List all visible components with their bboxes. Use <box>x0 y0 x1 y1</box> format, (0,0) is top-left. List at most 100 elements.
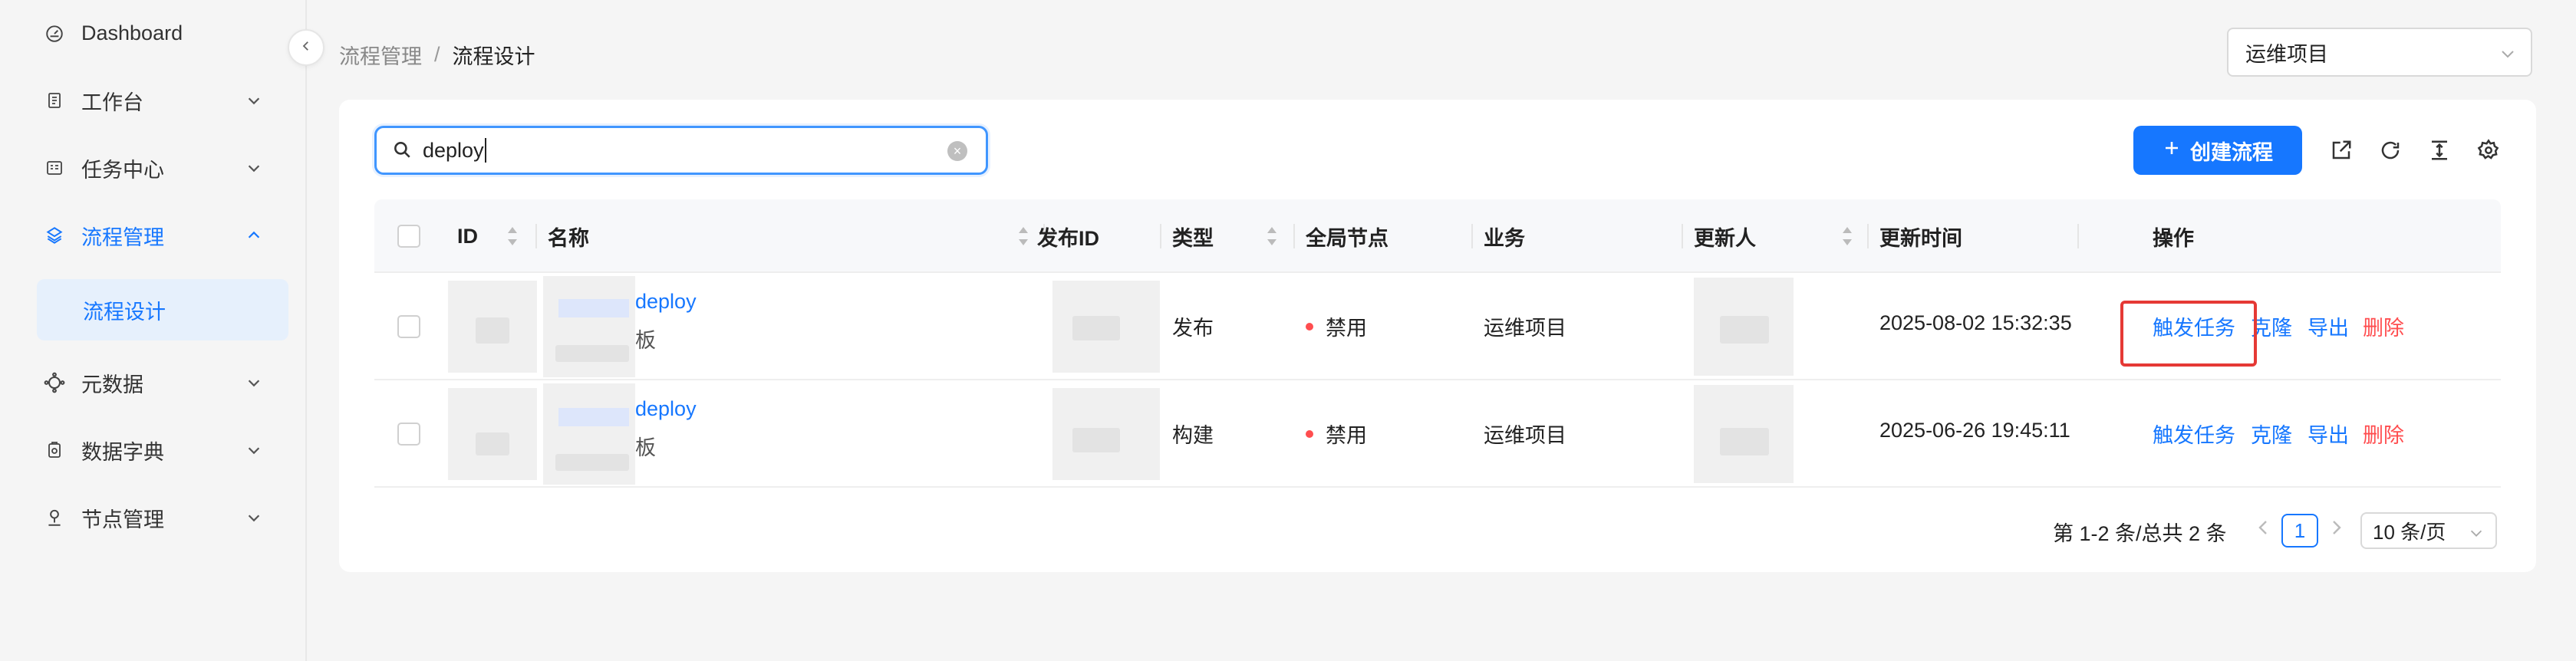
redacted-id <box>476 432 509 455</box>
redacted-id <box>476 317 509 344</box>
chevron-left-icon <box>299 39 313 57</box>
chevron-down-icon <box>244 158 264 178</box>
column-height-icon[interactable] <box>2424 135 2455 166</box>
settings-icon[interactable] <box>2473 135 2504 166</box>
sidebar-item-data-dictionary[interactable]: 数据字典 <box>0 423 307 477</box>
column-divider <box>1867 224 1869 248</box>
sidebar-item-label: 流程管理 <box>81 225 164 249</box>
redacted-updated-by <box>1720 316 1769 344</box>
status-text: 禁用 <box>1326 424 1367 447</box>
redacted-name <box>558 408 629 426</box>
flow-type: 构建 <box>1172 424 1214 447</box>
sort-icon[interactable] <box>506 225 519 247</box>
clone-link[interactable]: 克隆 <box>2251 311 2292 341</box>
project-select[interactable]: 运维项目 <box>2227 28 2532 77</box>
plus-icon <box>2163 139 2181 163</box>
sidebar-item-workbench[interactable]: 工作台 <box>0 74 307 127</box>
export-link[interactable]: 导出 <box>2308 311 2349 341</box>
redacted-name <box>555 454 629 471</box>
refresh-icon[interactable] <box>2375 135 2406 166</box>
sidebar-item-label: 元数据 <box>81 373 143 396</box>
sidebar-item-node-management[interactable]: 节点管理 <box>0 491 307 544</box>
redacted-name <box>558 299 629 317</box>
sidebar-subitem-flow-design[interactable]: 流程设计 <box>37 279 288 340</box>
status-badge: 禁用 <box>1306 311 1367 341</box>
sidebar-item-label: 数据字典 <box>81 440 164 464</box>
flow-name-link[interactable]: deploy <box>635 397 697 421</box>
chevron-down-icon <box>2499 44 2517 63</box>
column-header-updated-by[interactable]: 更新人 <box>1694 199 1756 273</box>
page-size-value: 10 条/页 <box>2373 520 2446 544</box>
page-size-select[interactable]: 10 条/页 <box>2360 512 2497 549</box>
chevron-down-icon <box>244 373 264 393</box>
dictionary-icon <box>43 439 66 462</box>
sort-icon[interactable] <box>1841 225 1853 247</box>
column-divider <box>1160 224 1161 248</box>
column-divider <box>2077 224 2079 248</box>
column-header-type[interactable]: 类型 <box>1172 199 1214 273</box>
status-dot <box>1306 322 1313 330</box>
breadcrumb-item[interactable]: 流程管理 <box>339 40 422 70</box>
clone-link[interactable]: 克隆 <box>2251 419 2292 449</box>
column-header-id[interactable]: ID <box>457 199 478 273</box>
sort-icon[interactable] <box>1266 225 1278 247</box>
chevron-right-icon[interactable] <box>2329 517 2347 541</box>
flow-type: 发布 <box>1172 317 1214 340</box>
flow-icon <box>43 224 66 247</box>
row-checkbox[interactable] <box>397 423 420 446</box>
select-all-checkbox[interactable] <box>397 225 420 248</box>
task-center-icon <box>43 156 66 179</box>
breadcrumb-separator: / <box>434 43 440 66</box>
delete-link[interactable]: 删除 <box>2363 419 2404 449</box>
redacted-name <box>543 276 635 377</box>
status-dot <box>1306 429 1313 438</box>
chevron-down-icon <box>244 440 264 460</box>
import-icon[interactable] <box>2326 135 2357 166</box>
column-divider <box>1471 224 1473 248</box>
sidebar-item-metadata[interactable]: 元数据 <box>0 356 307 409</box>
row-checkbox[interactable] <box>397 315 420 338</box>
status-text: 禁用 <box>1326 317 1367 340</box>
text-caret <box>484 138 486 163</box>
pagination-current-page[interactable]: 1 <box>2281 514 2318 548</box>
delete-link[interactable]: 删除 <box>2363 311 2404 341</box>
column-header-global-node[interactable]: 全局节点 <box>1306 199 1388 273</box>
column-header-business[interactable]: 业务 <box>1484 199 1525 273</box>
node-icon <box>43 506 66 529</box>
sidebar-item-label: 任务中心 <box>81 158 164 182</box>
chevron-down-icon <box>244 508 264 528</box>
sidebar-item-flow-management[interactable]: 流程管理 <box>0 209 307 262</box>
trigger-task-link[interactable]: 触发任务 <box>2153 419 2235 449</box>
search-input[interactable]: deploy × <box>374 126 988 175</box>
column-header-actions: 操作 <box>2153 226 2194 250</box>
business-cell: 运维项目 <box>1484 424 1566 447</box>
dashboard-icon <box>43 21 66 44</box>
flow-name-sub: 板 <box>635 329 656 352</box>
column-header-name[interactable]: 名称 <box>548 199 589 273</box>
clear-icon[interactable]: × <box>947 141 967 161</box>
chevron-down-icon <box>2468 523 2485 540</box>
search-icon <box>392 140 413 161</box>
sidebar-item-dashboard[interactable]: Dashboard <box>0 6 307 60</box>
redacted-publish-id <box>1072 316 1120 340</box>
table-header: ID 名称 发布ID 类型 全局节点 业务 更新人 更新时间 操作 <box>374 199 2501 273</box>
table-row: deploy 板 构建 禁用 运维项目 2025-06-26 19:45:11 … <box>374 380 2501 488</box>
sort-icon[interactable] <box>1017 225 1029 247</box>
column-header-updated-at[interactable]: 更新时间 <box>1879 199 1962 273</box>
column-header-publish-id[interactable]: 发布ID <box>1037 199 1099 273</box>
redacted-publish-id <box>1072 428 1120 452</box>
create-flow-button[interactable]: 创建流程 <box>2133 126 2302 175</box>
sidebar-item-label: 工作台 <box>81 90 143 114</box>
sidebar-collapse-button[interactable] <box>288 29 324 66</box>
breadcrumb: 流程管理 / 流程设计 <box>339 40 535 70</box>
sidebar-item-task-center[interactable]: 任务中心 <box>0 141 307 195</box>
export-link[interactable]: 导出 <box>2308 419 2349 449</box>
flow-name-link[interactable]: deploy <box>635 290 697 314</box>
search-input-value: deploy <box>423 138 484 162</box>
column-divider <box>1682 224 1683 248</box>
status-badge: 禁用 <box>1306 419 1367 449</box>
pagination-summary: 第 1-2 条/总共 2 条 <box>2053 522 2227 545</box>
chevron-left-icon[interactable] <box>2255 517 2274 541</box>
chevron-down-icon <box>244 90 264 110</box>
highlight-box <box>2120 301 2257 367</box>
